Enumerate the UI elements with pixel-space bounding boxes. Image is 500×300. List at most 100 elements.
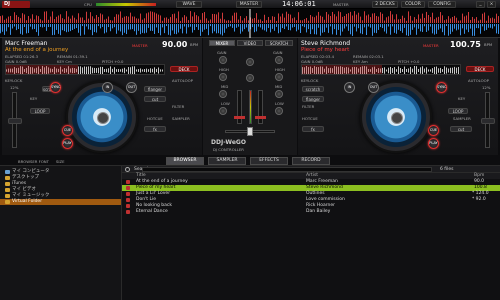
tree-item-label: マイ コンピュータ [12,169,50,174]
deck-right: Steve Richmond Piece of my heart MASTER … [298,38,498,155]
mixer-gain-label-left: GAIN [217,50,227,55]
music-note-icon [126,210,130,214]
deck-left-filter: FILTER [172,104,185,109]
deck-right-pad-4[interactable]: fx [302,126,324,132]
mixer-vu-meter [249,90,252,124]
deck-right-keylock[interactable]: KEYLOCK [301,78,318,83]
deck-left-in-button[interactable]: IN [102,82,113,93]
browser-font-label[interactable]: BROWSER FONT [18,159,49,164]
music-note-icon [126,192,130,196]
tree-item-label: デスクトップ [12,175,39,180]
master-view-button[interactable]: MASTER [236,1,262,8]
crossfader-handle[interactable] [247,127,253,136]
deck-right-overview-wave[interactable] [301,64,461,75]
cpu-meter [96,3,156,6]
deck-right-pad-1[interactable]: scratch [302,86,324,92]
deck-right-in-button[interactable]: IN [344,82,355,93]
mixer-mid-knob-left[interactable] [219,90,227,98]
deck-right-key-label: KEY [458,96,466,101]
tree-item-label: Virtual Folder [12,199,43,204]
deck-right-title: Piece of my heart [301,47,350,53]
scratch-tab[interactable]: SCRATCH [265,40,293,46]
deck-right-pitch-percent: 12% [482,85,491,90]
deck-right-master-label: MASTER [423,43,439,48]
master-label: MASTER [333,2,349,7]
mixer-gain-knob-left[interactable] [219,56,227,64]
folder-icon [5,194,10,198]
deck-left-pad-3[interactable]: cut [144,96,166,102]
deck-right-bpm-unit: BPM [484,42,493,47]
deck-right-autoloop[interactable]: AUTOLOOP [468,78,489,83]
deck-left-deck-button[interactable]: DECK [170,66,198,72]
deck-right-pad-3[interactable]: cut [450,126,472,132]
tab-record[interactable]: RECORD [292,157,330,165]
mixer-low-label-left: LOW [221,101,230,106]
tab-browser[interactable]: BROWSER [166,157,204,165]
waveform-display[interactable] [0,9,500,38]
mixer-center-knob-2[interactable] [246,74,254,82]
mixer-fader-handle-right[interactable] [255,116,266,119]
deck-right-play-button[interactable]: PLAY [428,138,439,149]
deck-left-bpm: 90.00 [162,40,188,49]
color-button[interactable]: COLOR [401,1,425,8]
deck-left-out-button[interactable]: OUT [126,82,137,93]
mixer-low-knob-right[interactable] [275,107,283,115]
tab-sampler[interactable]: SAMPLER [208,157,246,165]
mixer-tab[interactable]: MIXER [209,40,235,46]
mixer-high-knob-right[interactable] [275,73,283,81]
config-button[interactable]: CONFIG [428,1,456,8]
deck-right-pitch-handle[interactable] [481,118,495,124]
deck-right-bpm: 100.75 [450,40,481,49]
search-bar: Search 6 files [122,166,500,173]
mixer-fader-handle-left[interactable] [234,116,245,119]
mixer-high-knob-left[interactable] [219,73,227,81]
deck-left-sync-button[interactable]: SYNC [50,82,61,93]
video-tab[interactable]: VIDEO [237,40,263,46]
folder-icon [5,188,10,192]
deck-right-cue-button[interactable]: CUE [428,125,439,136]
deck-left-bpm-unit: BPM [190,42,199,47]
controller-brand-sub: DJ CONTROLLER [213,147,244,152]
music-note-icon [126,186,130,190]
deck-right-hotcue: HOTCUE [302,116,318,121]
deck-left-pad-2[interactable]: flanger [144,86,166,92]
deck-right-filter: FILTER [302,104,315,109]
file-browser: Search 6 files Title Artist Bpm At the e… [122,166,500,300]
deck-left-cue-button[interactable]: CUE [62,125,73,136]
mixer-gain-knob-right[interactable] [275,56,283,64]
controller-brand: DDJ-WeGO [211,139,246,146]
table-row[interactable]: Eternal Dance Dan Bailey [122,209,500,215]
deck-right-loop-button[interactable]: LOOP [448,108,468,114]
deck-right-deck-button[interactable]: DECK [466,66,494,72]
deck-right-pad-2[interactable]: flanger [302,96,324,102]
deck-left-autoloop[interactable]: AUTOLOOP [172,78,193,83]
tree-item-virtual-folder[interactable]: Virtual Folder [0,199,121,205]
deck-left-overview-wave[interactable] [5,64,165,75]
tree-item-label: マイ ミュージック [12,193,50,198]
deck-left-pitch-handle[interactable] [8,118,22,124]
deck-right-out-button[interactable]: OUT [368,82,379,93]
deck-left-key-label: KEY [30,96,38,101]
app-logo: DJ [2,1,30,8]
mixer-mid-knob-right[interactable] [275,90,283,98]
size-label[interactable]: SIZE [56,159,65,164]
two-decks-button[interactable]: 2 DECKS [372,1,398,8]
search-input[interactable] [142,167,432,172]
deck-left-master-label: MASTER [132,43,148,48]
minimize-icon[interactable]: _ [476,1,485,8]
wave-button[interactable]: WAVE [176,1,202,8]
deck-left-loop-button[interactable]: LOOP [30,108,50,114]
deck-left-keylock[interactable]: KEYLOCK [5,78,22,83]
close-icon[interactable]: × [487,1,496,8]
mixer-high-label-left: HIGH [219,67,229,72]
file-count: 6 files [440,167,454,172]
row-artist: Dan Bailey [306,209,331,214]
tab-effects[interactable]: EFFECTS [250,157,288,165]
mixer-low-knob-left[interactable] [219,107,227,115]
deck-left-play-button[interactable]: PLAY [62,138,73,149]
deck-right-sync-button[interactable]: SYNC [436,82,447,93]
deck-left-pad-4[interactable]: fx [144,126,166,132]
deck-left-hotcue: HOTCUE [147,116,163,121]
mixer-center-knob-1[interactable] [246,58,254,66]
deck-left-title: At the end of a journey [5,47,69,53]
